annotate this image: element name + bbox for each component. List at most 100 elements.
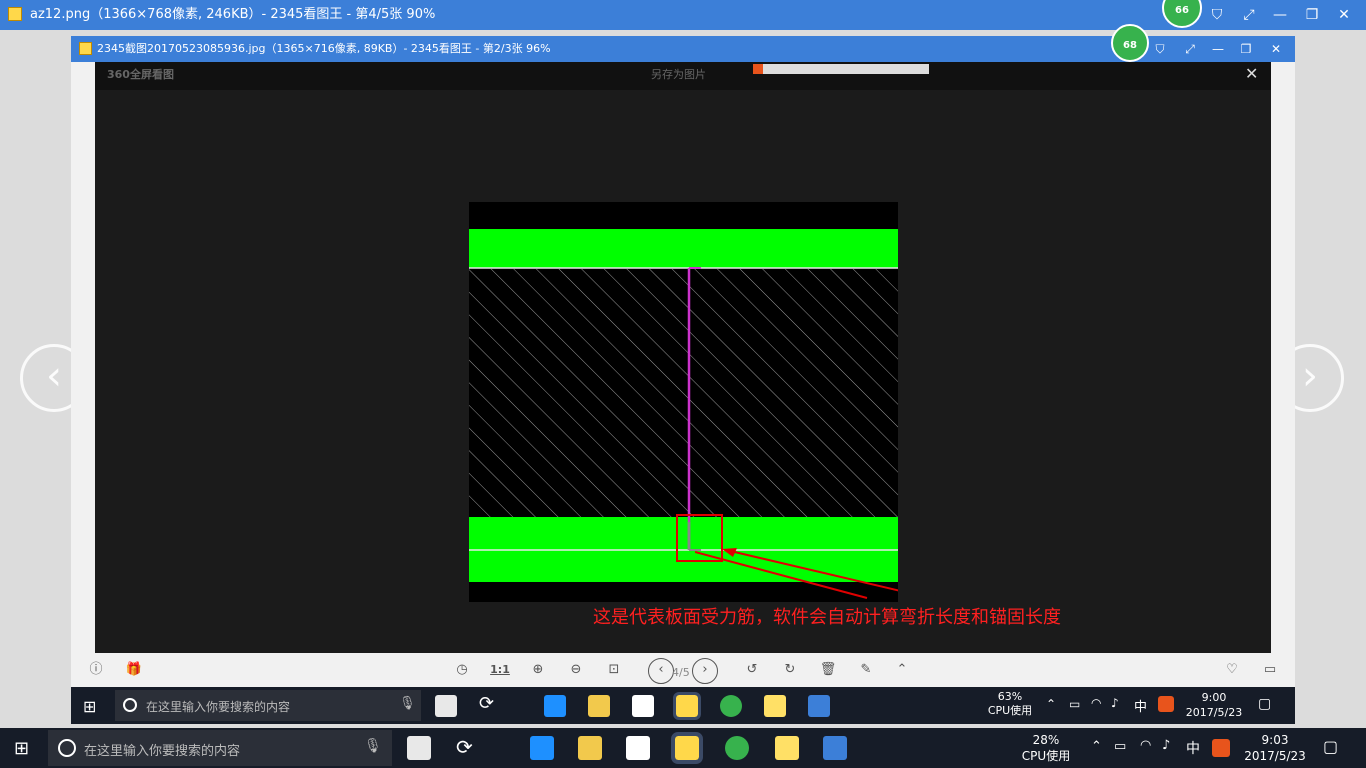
store-icon[interactable] [632,695,654,717]
outer-volume-icon[interactable]: ♪ [1162,738,1170,753]
battery-icon[interactable]: ▭ [1069,697,1080,711]
outer-cortana-icon [58,739,76,757]
inner-ime-indicator[interactable]: 中 [1134,696,1147,715]
minimize-button[interactable]: — [1267,5,1293,25]
favorite-icon[interactable]: ♡ [1222,661,1242,679]
outer-cpu-meter: 28% CPU使用 [1016,732,1076,764]
inner-taskbar: ⊞ 在这里输入你要搜索的内容 🎙 ⟳ 63% CPU使用 ⌃ ▭ ◠ ♪ 中 9… [71,687,1295,724]
image-viewer: 360全屏看图 另存为图片 ✕ 这是代表板面受力筋，软件会自动计算弯折长度和锚固… [95,62,1271,687]
outer-store-icon[interactable] [626,736,650,760]
outer-time: 9:03 [1261,733,1289,747]
page-indicator: 4/5 [672,666,690,679]
tray-expand-icon[interactable]: ⌃ [1046,697,1056,711]
annotation-arrow-tail [695,551,868,599]
edge-icon[interactable] [544,695,566,717]
viewer-close-icon[interactable]: ✕ [1245,64,1258,83]
ime-toolbar [753,64,929,74]
inner-maximize-button[interactable]: ❐ [1233,39,1259,59]
info-icon[interactable]: ⓘ [86,661,106,679]
hatched-wall [469,269,898,517]
outer-cad-app-icon[interactable] [823,736,847,760]
inner-close-button[interactable]: ✕ [1263,39,1289,59]
fullscreen-icon[interactable]: ⤢ [1236,5,1262,25]
outer-sogou-icon[interactable] [1212,739,1230,757]
maximize-button[interactable]: ❐ [1299,5,1325,25]
wifi-icon[interactable]: ◠ [1091,696,1101,710]
mic-icon[interactable]: 🎙 [399,696,416,711]
rotate-left-icon[interactable]: ↺ [742,661,762,679]
2345-viewer-icon[interactable] [673,692,701,720]
rotate-view-icon[interactable]: ◷ [452,661,472,679]
edit-icon[interactable]: ✎ [856,661,876,679]
help-icon[interactable] [764,695,786,717]
outer-wifi-icon[interactable]: ◠ [1140,738,1151,753]
outer-2345-viewer-icon[interactable] [671,732,703,764]
outer-tray-expand-icon[interactable]: ⌃ [1091,739,1102,754]
app-icon [8,7,22,21]
viewer-header: 360全屏看图 另存为图片 ✕ [95,62,1271,90]
inner-cpu-label: CPU使用 [987,704,1033,717]
outer-window-title: az12.png（1366×768像素, 246KB）- 2345看图王 - 第… [30,7,436,22]
actual-size-button[interactable]: 1:1 [490,661,510,679]
outer-clock[interactable]: 9:03 2017/5/23 [1240,732,1310,764]
browser-icon[interactable]: ⟳ [479,693,494,714]
outer-battery-icon[interactable]: ▭ [1114,739,1126,754]
outer-start-icon[interactable]: ⊞ [14,738,29,759]
zoom-out-icon[interactable]: ⊖ [566,661,586,679]
inner-fullscreen-icon[interactable]: ⤢ [1177,39,1203,59]
inner-time: 9:00 [1201,691,1227,704]
slideshow-icon[interactable]: ⊡ [604,661,624,679]
viewer-brand: 360全屏看图 [107,68,174,81]
inner-search-box[interactable]: 在这里输入你要搜索的内容 🎙 [115,690,421,721]
skin-icon[interactable]: ⛉ [1204,5,1230,25]
cortana-icon [123,698,137,712]
outer-titlebar: az12.png（1366×768像素, 246KB）- 2345看图王 - 第… [0,0,1366,30]
outer-ime-indicator[interactable]: 中 [1186,738,1200,758]
outer-taskbar: ⊞ 在这里输入你要搜索的内容 🎙 ⟳ 28% CPU使用 ⌃ ▭ ◠ ♪ 中 9… [0,728,1366,768]
cad-app-icon[interactable] [808,695,830,717]
top-slab [469,229,898,268]
gift-icon[interactable]: 🎁 [124,661,144,679]
outer-search-placeholder: 在这里输入你要搜索的内容 [84,744,241,759]
outer-search-box[interactable]: 在这里输入你要搜索的内容 🎙 [48,730,392,766]
outer-date: 2017/5/23 [1244,749,1306,763]
outer-mic-icon[interactable]: 🎙 [364,738,382,754]
delete-icon[interactable]: 🗑 [818,661,838,679]
inner-cpu-percent: 63% [997,690,1023,703]
outer-help-icon[interactable] [775,736,799,760]
outer-notification-icon[interactable]: ▢ [1323,737,1338,756]
annotation-text: 这是代表板面受力筋，软件会自动计算弯折长度和锚固长度 [593,607,1061,628]
outer-score-badge[interactable]: 66 [1162,0,1202,28]
folder-icon[interactable]: ▭ [1260,661,1280,679]
outer-cpu-percent: 28% [1032,733,1060,747]
green-app-icon[interactable] [720,695,742,717]
inner-score-badge[interactable]: 68 [1111,24,1149,62]
volume-icon[interactable]: ♪ [1111,696,1119,710]
outer-file-explorer-icon[interactable] [578,736,602,760]
start-icon[interactable]: ⊞ [83,697,96,716]
inner-app-icon [79,42,92,55]
zoom-in-icon[interactable]: ⊕ [528,661,548,679]
outer-pinwheel-icon[interactable] [407,736,431,760]
inner-skin-icon[interactable]: ⛉ [1147,39,1173,59]
sogou-icon[interactable] [1158,696,1174,712]
bottom-toolbar: ⓘ 🎁 ◷ 1:1 ⊕ ⊖ ⊡ ‹ 4/5 › ↺ ↻ 🗑 ✎ ⌃ ♡ ▭ [71,653,1295,687]
more-icon[interactable]: ⌃ [892,661,912,679]
outer-browser-icon[interactable]: ⟳ [456,735,473,759]
rotate-right-icon[interactable]: ↻ [780,661,800,679]
inner-date: 2017/5/23 [1185,706,1243,719]
next-icon[interactable]: › [692,658,718,684]
file-explorer-icon[interactable] [588,695,610,717]
notification-icon[interactable]: ▢ [1258,696,1271,712]
pinwheel-icon[interactable] [435,695,457,717]
outer-green-app-icon[interactable] [725,736,749,760]
save-as-image-button[interactable]: 另存为图片 [651,66,706,82]
inner-titlebar: 2345截图20170523085936.jpg（1365×716像素, 89K… [71,24,1295,62]
previous-icon[interactable]: ‹ [648,658,674,684]
close-button[interactable]: ✕ [1331,5,1357,25]
inner-window-title: 2345截图20170523085936.jpg（1365×716像素, 89K… [97,42,551,55]
inner-cpu-meter: 63% CPU使用 [984,690,1036,718]
inner-minimize-button[interactable]: — [1205,39,1231,59]
outer-edge-icon[interactable] [530,736,554,760]
inner-clock[interactable]: 9:00 2017/5/23 [1181,690,1247,720]
